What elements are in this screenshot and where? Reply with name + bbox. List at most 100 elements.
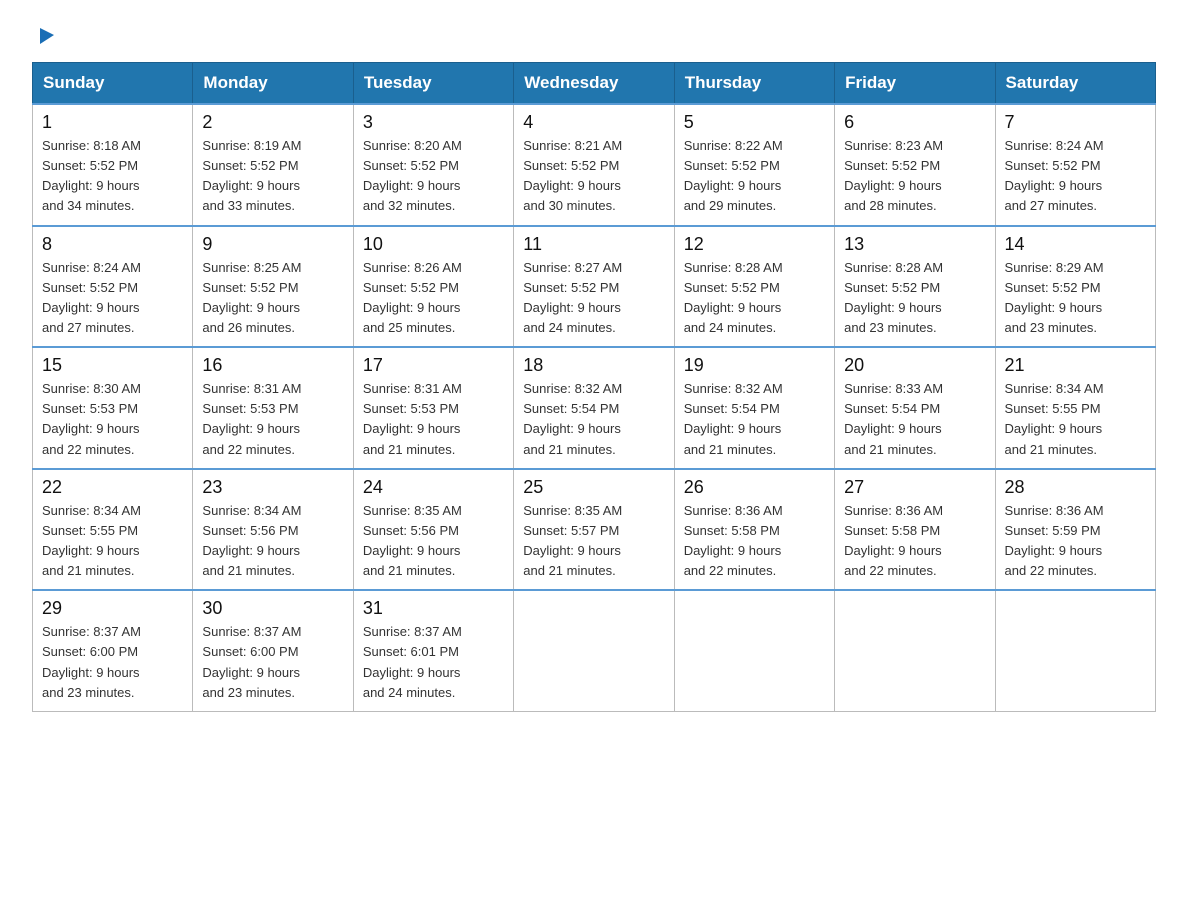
day-number: 18 — [523, 355, 664, 376]
day-info: Sunrise: 8:20 AM Sunset: 5:52 PM Dayligh… — [363, 136, 504, 217]
calendar-cell — [514, 590, 674, 711]
day-info: Sunrise: 8:24 AM Sunset: 5:52 PM Dayligh… — [1005, 136, 1146, 217]
day-info: Sunrise: 8:35 AM Sunset: 5:57 PM Dayligh… — [523, 501, 664, 582]
day-number: 10 — [363, 234, 504, 255]
calendar-week-row: 8 Sunrise: 8:24 AM Sunset: 5:52 PM Dayli… — [33, 226, 1156, 348]
calendar-week-row: 22 Sunrise: 8:34 AM Sunset: 5:55 PM Dayl… — [33, 469, 1156, 591]
calendar-cell: 15 Sunrise: 8:30 AM Sunset: 5:53 PM Dayl… — [33, 347, 193, 469]
calendar-cell: 22 Sunrise: 8:34 AM Sunset: 5:55 PM Dayl… — [33, 469, 193, 591]
calendar-cell — [995, 590, 1155, 711]
calendar-cell: 29 Sunrise: 8:37 AM Sunset: 6:00 PM Dayl… — [33, 590, 193, 711]
day-info: Sunrise: 8:21 AM Sunset: 5:52 PM Dayligh… — [523, 136, 664, 217]
day-number: 28 — [1005, 477, 1146, 498]
day-info: Sunrise: 8:18 AM Sunset: 5:52 PM Dayligh… — [42, 136, 183, 217]
day-number: 26 — [684, 477, 825, 498]
day-number: 19 — [684, 355, 825, 376]
day-number: 23 — [202, 477, 343, 498]
calendar-cell: 25 Sunrise: 8:35 AM Sunset: 5:57 PM Dayl… — [514, 469, 674, 591]
calendar-cell: 8 Sunrise: 8:24 AM Sunset: 5:52 PM Dayli… — [33, 226, 193, 348]
day-number: 30 — [202, 598, 343, 619]
calendar-cell: 9 Sunrise: 8:25 AM Sunset: 5:52 PM Dayli… — [193, 226, 353, 348]
day-info: Sunrise: 8:32 AM Sunset: 5:54 PM Dayligh… — [684, 379, 825, 460]
day-info: Sunrise: 8:27 AM Sunset: 5:52 PM Dayligh… — [523, 258, 664, 339]
day-number: 15 — [42, 355, 183, 376]
day-number: 12 — [684, 234, 825, 255]
day-number: 4 — [523, 112, 664, 133]
day-number: 3 — [363, 112, 504, 133]
calendar-cell: 3 Sunrise: 8:20 AM Sunset: 5:52 PM Dayli… — [353, 104, 513, 226]
day-number: 14 — [1005, 234, 1146, 255]
header-saturday: Saturday — [995, 63, 1155, 105]
calendar-week-row: 15 Sunrise: 8:30 AM Sunset: 5:53 PM Dayl… — [33, 347, 1156, 469]
day-info: Sunrise: 8:29 AM Sunset: 5:52 PM Dayligh… — [1005, 258, 1146, 339]
calendar-cell: 11 Sunrise: 8:27 AM Sunset: 5:52 PM Dayl… — [514, 226, 674, 348]
day-info: Sunrise: 8:22 AM Sunset: 5:52 PM Dayligh… — [684, 136, 825, 217]
day-info: Sunrise: 8:24 AM Sunset: 5:52 PM Dayligh… — [42, 258, 183, 339]
day-info: Sunrise: 8:37 AM Sunset: 6:00 PM Dayligh… — [42, 622, 183, 703]
calendar-cell: 5 Sunrise: 8:22 AM Sunset: 5:52 PM Dayli… — [674, 104, 834, 226]
day-info: Sunrise: 8:35 AM Sunset: 5:56 PM Dayligh… — [363, 501, 504, 582]
day-info: Sunrise: 8:34 AM Sunset: 5:55 PM Dayligh… — [1005, 379, 1146, 460]
day-number: 29 — [42, 598, 183, 619]
calendar-cell — [674, 590, 834, 711]
calendar-cell: 14 Sunrise: 8:29 AM Sunset: 5:52 PM Dayl… — [995, 226, 1155, 348]
day-number: 11 — [523, 234, 664, 255]
calendar-cell: 24 Sunrise: 8:35 AM Sunset: 5:56 PM Dayl… — [353, 469, 513, 591]
day-number: 7 — [1005, 112, 1146, 133]
calendar-cell: 21 Sunrise: 8:34 AM Sunset: 5:55 PM Dayl… — [995, 347, 1155, 469]
calendar-cell: 2 Sunrise: 8:19 AM Sunset: 5:52 PM Dayli… — [193, 104, 353, 226]
calendar-cell: 23 Sunrise: 8:34 AM Sunset: 5:56 PM Dayl… — [193, 469, 353, 591]
day-info: Sunrise: 8:32 AM Sunset: 5:54 PM Dayligh… — [523, 379, 664, 460]
day-info: Sunrise: 8:23 AM Sunset: 5:52 PM Dayligh… — [844, 136, 985, 217]
calendar-cell: 1 Sunrise: 8:18 AM Sunset: 5:52 PM Dayli… — [33, 104, 193, 226]
day-number: 16 — [202, 355, 343, 376]
day-info: Sunrise: 8:19 AM Sunset: 5:52 PM Dayligh… — [202, 136, 343, 217]
day-number: 8 — [42, 234, 183, 255]
day-number: 27 — [844, 477, 985, 498]
calendar-cell: 18 Sunrise: 8:32 AM Sunset: 5:54 PM Dayl… — [514, 347, 674, 469]
day-info: Sunrise: 8:34 AM Sunset: 5:56 PM Dayligh… — [202, 501, 343, 582]
header-tuesday: Tuesday — [353, 63, 513, 105]
day-info: Sunrise: 8:36 AM Sunset: 5:58 PM Dayligh… — [684, 501, 825, 582]
day-info: Sunrise: 8:33 AM Sunset: 5:54 PM Dayligh… — [844, 379, 985, 460]
day-number: 9 — [202, 234, 343, 255]
header-sunday: Sunday — [33, 63, 193, 105]
day-number: 21 — [1005, 355, 1146, 376]
calendar-cell: 4 Sunrise: 8:21 AM Sunset: 5:52 PM Dayli… — [514, 104, 674, 226]
day-number: 20 — [844, 355, 985, 376]
day-info: Sunrise: 8:28 AM Sunset: 5:52 PM Dayligh… — [684, 258, 825, 339]
calendar-cell: 16 Sunrise: 8:31 AM Sunset: 5:53 PM Dayl… — [193, 347, 353, 469]
header-thursday: Thursday — [674, 63, 834, 105]
calendar-cell: 28 Sunrise: 8:36 AM Sunset: 5:59 PM Dayl… — [995, 469, 1155, 591]
day-info: Sunrise: 8:36 AM Sunset: 5:59 PM Dayligh… — [1005, 501, 1146, 582]
calendar-cell: 19 Sunrise: 8:32 AM Sunset: 5:54 PM Dayl… — [674, 347, 834, 469]
header-monday: Monday — [193, 63, 353, 105]
calendar-cell: 12 Sunrise: 8:28 AM Sunset: 5:52 PM Dayl… — [674, 226, 834, 348]
calendar-cell: 7 Sunrise: 8:24 AM Sunset: 5:52 PM Dayli… — [995, 104, 1155, 226]
calendar-cell: 26 Sunrise: 8:36 AM Sunset: 5:58 PM Dayl… — [674, 469, 834, 591]
header-wednesday: Wednesday — [514, 63, 674, 105]
day-number: 1 — [42, 112, 183, 133]
day-number: 5 — [684, 112, 825, 133]
calendar-cell: 13 Sunrise: 8:28 AM Sunset: 5:52 PM Dayl… — [835, 226, 995, 348]
day-number: 2 — [202, 112, 343, 133]
day-number: 13 — [844, 234, 985, 255]
calendar-week-row: 1 Sunrise: 8:18 AM Sunset: 5:52 PM Dayli… — [33, 104, 1156, 226]
calendar-cell: 20 Sunrise: 8:33 AM Sunset: 5:54 PM Dayl… — [835, 347, 995, 469]
day-number: 6 — [844, 112, 985, 133]
day-number: 22 — [42, 477, 183, 498]
day-number: 24 — [363, 477, 504, 498]
page-header — [32, 24, 1156, 50]
day-info: Sunrise: 8:37 AM Sunset: 6:00 PM Dayligh… — [202, 622, 343, 703]
day-info: Sunrise: 8:25 AM Sunset: 5:52 PM Dayligh… — [202, 258, 343, 339]
day-info: Sunrise: 8:36 AM Sunset: 5:58 PM Dayligh… — [844, 501, 985, 582]
day-info: Sunrise: 8:37 AM Sunset: 6:01 PM Dayligh… — [363, 622, 504, 703]
day-info: Sunrise: 8:31 AM Sunset: 5:53 PM Dayligh… — [363, 379, 504, 460]
calendar-cell — [835, 590, 995, 711]
day-number: 25 — [523, 477, 664, 498]
calendar-cell: 17 Sunrise: 8:31 AM Sunset: 5:53 PM Dayl… — [353, 347, 513, 469]
calendar-cell: 6 Sunrise: 8:23 AM Sunset: 5:52 PM Dayli… — [835, 104, 995, 226]
calendar-table: Sunday Monday Tuesday Wednesday Thursday… — [32, 62, 1156, 712]
weekday-header-row: Sunday Monday Tuesday Wednesday Thursday… — [33, 63, 1156, 105]
calendar-week-row: 29 Sunrise: 8:37 AM Sunset: 6:00 PM Dayl… — [33, 590, 1156, 711]
